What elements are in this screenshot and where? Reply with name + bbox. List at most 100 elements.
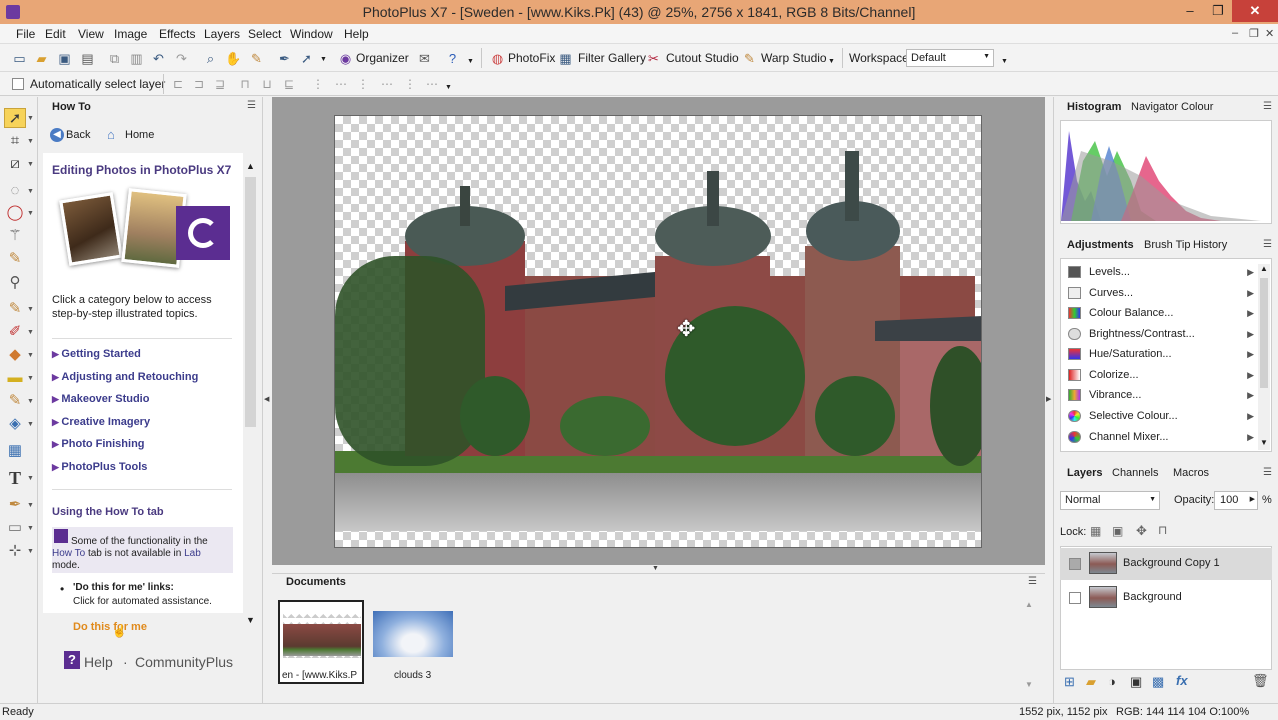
menu-file[interactable]: File (16, 27, 35, 41)
doc-close-button[interactable]: ✕ (1265, 27, 1274, 40)
scroll-thumb[interactable] (245, 177, 256, 427)
adjustment-channel-mixer[interactable]: Channel Mixer... ▶ (1064, 427, 1254, 447)
add-mask-icon[interactable]: ▣ (1130, 674, 1142, 690)
chevron-down-icon[interactable]: ▼ (828, 58, 835, 65)
opacity-input[interactable]: 100 ▶ (1214, 491, 1258, 510)
lock-pixels-icon[interactable]: ▣ (1112, 524, 1123, 538)
chevron-down-icon[interactable]: ▼ (445, 84, 452, 91)
tab-adjustments[interactable]: Adjustments (1067, 239, 1134, 251)
magic-wand-icon[interactable]: ⚚ (4, 226, 26, 246)
collapse-right-icon[interactable]: ▶ (1046, 395, 1051, 403)
note-link-lab[interactable]: Lab (184, 548, 201, 559)
menu-help[interactable]: Help (344, 27, 369, 41)
photofix-icon[interactable]: ◍ (489, 50, 506, 67)
align-top-icon[interactable]: ⊓ (238, 77, 252, 91)
workspace-select[interactable]: Default ▼ (906, 49, 994, 67)
zoom-icon[interactable]: ⌕ (202, 50, 219, 67)
chevron-down-icon[interactable]: ▼ (27, 375, 34, 382)
adjustment-colour-balance[interactable]: Colour Balance... ▶ (1064, 303, 1254, 323)
lasso-tool-icon[interactable]: ◯ (4, 203, 26, 223)
chevron-down-icon[interactable]: ▼ (27, 475, 34, 482)
pointer-icon[interactable]: ➚ (298, 50, 315, 67)
align-middle-icon[interactable]: ⊔ (260, 77, 274, 91)
chevron-down-icon[interactable]: ▼ (27, 398, 34, 405)
tab-history[interactable]: History (1193, 239, 1227, 251)
chevron-down-icon[interactable]: ▼ (320, 56, 327, 63)
adjustment-layer-icon[interactable]: ◑ (1108, 674, 1116, 689)
scissors-icon[interactable]: ✂ (645, 50, 662, 67)
lock-position-icon[interactable]: ✥ (1136, 523, 1147, 539)
print-icon[interactable]: ▤ (79, 50, 96, 67)
documents-tab[interactable]: Documents (286, 576, 346, 588)
how-to-tab[interactable]: How To (52, 101, 91, 113)
filter-gallery-button[interactable]: Filter Gallery (578, 51, 646, 65)
tab-layers[interactable]: Layers (1067, 467, 1102, 479)
align-center-icon[interactable]: ⊐ (192, 77, 206, 91)
undo-icon[interactable]: ↶ (150, 50, 167, 67)
auto-select-checkbox[interactable] (12, 78, 24, 90)
panel-menu-icon[interactable]: ☰ (247, 100, 256, 111)
adjustment-selective-colour[interactable]: Selective Colour... ▶ (1064, 406, 1254, 426)
help-icon[interactable]: ? (444, 50, 461, 67)
text-tool-icon[interactable]: T (4, 468, 26, 488)
distribute-icon[interactable]: ⋯ (380, 77, 394, 91)
layer-properties-icon[interactable]: ▩ (1152, 674, 1164, 690)
category-makeover-studio[interactable]: ▶ Makeover Studio (52, 393, 149, 405)
new-layer-icon[interactable]: ⊞ (1064, 674, 1075, 690)
chevron-down-icon[interactable]: ▼ (27, 329, 34, 336)
layer-background-copy-1[interactable]: Background Copy 1 (1060, 548, 1272, 580)
adjustment-colorize[interactable]: Colorize... ▶ (1064, 365, 1254, 385)
warp-studio-button[interactable]: Warp Studio (761, 51, 827, 65)
note-link-how-to[interactable]: How To (52, 548, 85, 559)
chevron-down-icon[interactable]: ▼ (27, 115, 34, 122)
pen-tool-icon[interactable]: ✒ (4, 495, 26, 515)
help-icon[interactable]: ? (64, 651, 80, 669)
layer-effects-icon[interactable]: fx (1176, 673, 1188, 688)
menu-layers[interactable]: Layers (204, 27, 240, 41)
scroll-down-icon[interactable]: ▼ (1025, 680, 1033, 689)
copy-icon[interactable]: ⧉ (106, 50, 123, 67)
deform-tool-icon[interactable]: ⧄ (4, 154, 26, 174)
back-button[interactable]: Back (66, 129, 90, 141)
clone-tool-icon[interactable]: ✐ (4, 322, 26, 342)
chevron-down-icon[interactable]: ▼ (27, 352, 34, 359)
home-button[interactable]: Home (125, 129, 154, 141)
menu-select[interactable]: Select (248, 27, 281, 41)
layer-background[interactable]: Background (1060, 582, 1272, 614)
adjustment-hue-saturation[interactable]: Hue/Saturation... ▶ (1064, 344, 1254, 364)
eraser-icon[interactable]: ◆ (4, 345, 26, 365)
chevron-down-icon[interactable]: ▼ (27, 188, 34, 195)
adjustment-brightness-contrast[interactable]: Brightness/Contrast... ▶ (1064, 324, 1254, 344)
distribute-icon[interactable]: ⋮ (403, 77, 417, 91)
hand-icon[interactable]: ✋ (225, 50, 242, 67)
open-folder-icon[interactable]: ▰ (33, 50, 50, 67)
align-bottom-icon[interactable]: ⊑ (282, 77, 296, 91)
filter-gallery-icon[interactable]: ▦ (557, 50, 574, 67)
scroll-up-icon[interactable]: ▲ (1025, 600, 1033, 609)
new-file-icon[interactable]: ▭ (11, 50, 28, 67)
doc-minimize-button[interactable]: – (1232, 27, 1238, 39)
align-left-icon[interactable]: ⊏ (171, 77, 185, 91)
chevron-down-icon[interactable]: ▼ (27, 502, 34, 509)
doc-restore-button[interactable]: ❐ (1249, 27, 1259, 40)
category-photoplus-tools[interactable]: ▶ PhotoPlus Tools (52, 461, 147, 473)
layer-visibility-checkbox[interactable] (1069, 558, 1081, 570)
tab-channels[interactable]: Channels (1112, 467, 1158, 479)
new-group-icon[interactable]: ▰ (1086, 674, 1096, 690)
menu-effects[interactable]: Effects (159, 27, 195, 41)
restore-button[interactable]: ❐ (1204, 0, 1232, 22)
distribute-icon[interactable]: ⋮ (356, 77, 370, 91)
adjustment-curves[interactable]: Curves... ▶ (1064, 283, 1254, 303)
chevron-down-icon[interactable]: ▼ (27, 210, 34, 217)
layer-visibility-checkbox[interactable] (1069, 592, 1081, 604)
collapse-left-icon[interactable]: ◀ (264, 395, 269, 403)
organizer-icon[interactable]: ◉ (337, 50, 354, 67)
menu-image[interactable]: Image (114, 27, 147, 41)
pen-icon[interactable]: ✒ (276, 50, 293, 67)
chevron-down-icon[interactable]: ▼ (27, 161, 34, 168)
lock-transparency-icon[interactable]: ▦ (1090, 524, 1101, 538)
document-thumb-clouds[interactable]: clouds 3 (370, 600, 456, 684)
align-right-icon[interactable]: ⊒ (213, 77, 227, 91)
smudge-tool-icon[interactable]: ▬ (4, 368, 26, 388)
node-edit-tool-icon[interactable]: ⊹ (4, 541, 26, 561)
